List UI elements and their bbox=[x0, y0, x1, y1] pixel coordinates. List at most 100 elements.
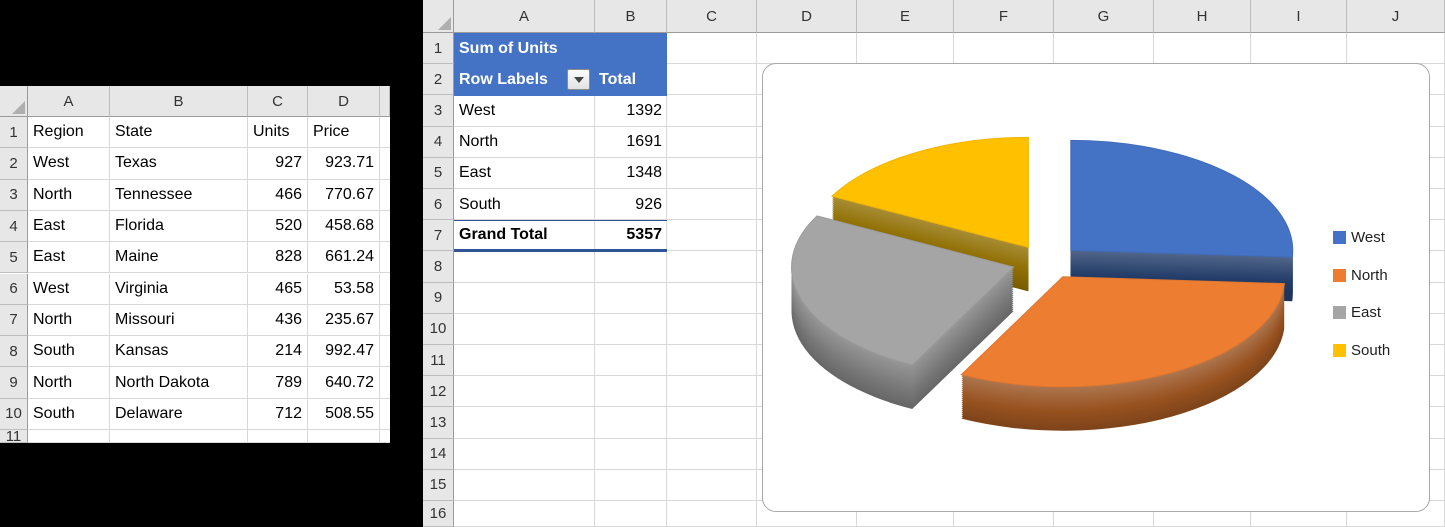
cell[interactable] bbox=[380, 148, 390, 179]
select-all-corner[interactable] bbox=[423, 0, 454, 33]
cell[interactable]: 712 bbox=[248, 399, 308, 430]
cell[interactable] bbox=[667, 283, 757, 314]
legend-item[interactable]: West bbox=[1333, 229, 1385, 246]
row-number[interactable]: 6 bbox=[0, 274, 28, 305]
cell[interactable]: 923.71 bbox=[308, 148, 380, 179]
cell[interactable] bbox=[667, 407, 757, 438]
cell[interactable]: 465 bbox=[248, 274, 308, 305]
cell[interactable] bbox=[454, 251, 595, 282]
row-number[interactable]: 7 bbox=[0, 305, 28, 336]
pivot-grand-total-row[interactable]: Grand Total 5357 bbox=[454, 220, 667, 252]
row-number[interactable]: 6 bbox=[423, 189, 454, 220]
column-header[interactable] bbox=[380, 86, 390, 117]
cell[interactable] bbox=[667, 314, 757, 345]
pivot-value-cell[interactable]: 926 bbox=[595, 189, 667, 220]
cell[interactable] bbox=[380, 336, 390, 367]
row-labels-filter-button[interactable] bbox=[567, 69, 590, 90]
row-number[interactable]: 4 bbox=[0, 211, 28, 242]
pivot-value-cell[interactable]: 1691 bbox=[595, 127, 667, 158]
cell[interactable]: North bbox=[28, 305, 110, 336]
cell[interactable] bbox=[380, 242, 390, 273]
cell[interactable] bbox=[595, 345, 667, 376]
row-number[interactable]: 14 bbox=[423, 439, 454, 470]
cell[interactable]: West bbox=[28, 274, 110, 305]
cell[interactable] bbox=[380, 367, 390, 398]
cell[interactable]: 520 bbox=[248, 211, 308, 242]
cell[interactable] bbox=[28, 430, 110, 443]
row-number[interactable]: 2 bbox=[0, 148, 28, 179]
cell[interactable] bbox=[380, 180, 390, 211]
column-header[interactable]: C bbox=[248, 86, 308, 117]
row-number[interactable]: 13 bbox=[423, 407, 454, 438]
cell[interactable]: 436 bbox=[248, 305, 308, 336]
column-header[interactable]: J bbox=[1347, 0, 1445, 33]
row-number[interactable]: 11 bbox=[0, 430, 28, 443]
cell[interactable]: Missouri bbox=[110, 305, 248, 336]
row-number[interactable]: 10 bbox=[0, 399, 28, 430]
cell[interactable] bbox=[667, 127, 757, 158]
cell[interactable]: Florida bbox=[110, 211, 248, 242]
cell[interactable]: 466 bbox=[248, 180, 308, 211]
cell[interactable] bbox=[595, 501, 667, 527]
cell[interactable]: State bbox=[110, 117, 248, 148]
cell[interactable]: Tennessee bbox=[110, 180, 248, 211]
cell[interactable]: 927 bbox=[248, 148, 308, 179]
pivot-row-label-cell[interactable]: South bbox=[454, 189, 595, 220]
cell[interactable]: Units bbox=[248, 117, 308, 148]
pivot-row-label-cell[interactable]: East bbox=[454, 158, 595, 189]
column-header[interactable]: H bbox=[1154, 0, 1251, 33]
cell[interactable] bbox=[667, 501, 757, 527]
cell[interactable] bbox=[667, 220, 757, 251]
cell[interactable] bbox=[454, 407, 595, 438]
pivot-title-cell[interactable]: Sum of Units bbox=[454, 33, 667, 65]
row-number[interactable]: 1 bbox=[0, 117, 28, 148]
pie-slice-west[interactable] bbox=[1071, 140, 1293, 257]
column-header[interactable]: A bbox=[28, 86, 110, 117]
pivot-value-cell[interactable]: 1348 bbox=[595, 158, 667, 189]
cell[interactable] bbox=[454, 470, 595, 501]
cell[interactable] bbox=[454, 439, 595, 470]
cell[interactable] bbox=[667, 251, 757, 282]
cell[interactable] bbox=[667, 345, 757, 376]
row-number[interactable]: 7 bbox=[423, 220, 454, 251]
cell[interactable]: East bbox=[28, 242, 110, 273]
cell[interactable] bbox=[454, 501, 595, 527]
column-header[interactable]: B bbox=[595, 0, 667, 33]
cell[interactable]: 458.68 bbox=[308, 211, 380, 242]
cell[interactable] bbox=[380, 305, 390, 336]
pivot-value-cell[interactable]: 1392 bbox=[595, 95, 667, 126]
row-number[interactable]: 5 bbox=[423, 158, 454, 189]
row-number[interactable]: 3 bbox=[423, 95, 454, 126]
cell[interactable] bbox=[380, 274, 390, 305]
row-number[interactable]: 8 bbox=[423, 251, 454, 282]
cell[interactable]: 789 bbox=[248, 367, 308, 398]
legend-item[interactable]: North bbox=[1333, 267, 1388, 284]
cell[interactable]: 770.67 bbox=[308, 180, 380, 211]
cell[interactable] bbox=[454, 283, 595, 314]
pie-chart[interactable]: WestNorthEastSouth bbox=[762, 63, 1430, 512]
pivot-row-label-cell[interactable]: North bbox=[454, 127, 595, 158]
row-number[interactable]: 4 bbox=[423, 127, 454, 158]
cell[interactable] bbox=[595, 470, 667, 501]
cell[interactable] bbox=[454, 314, 595, 345]
cell[interactable]: North Dakota bbox=[110, 367, 248, 398]
cell[interactable] bbox=[595, 283, 667, 314]
cell[interactable] bbox=[1054, 33, 1154, 64]
cell[interactable] bbox=[667, 64, 757, 95]
column-header[interactable]: A bbox=[454, 0, 595, 33]
column-header[interactable]: F bbox=[954, 0, 1054, 33]
cell[interactable] bbox=[1251, 33, 1347, 64]
cell[interactable] bbox=[248, 430, 308, 443]
cell[interactable]: Virginia bbox=[110, 274, 248, 305]
row-number[interactable]: 12 bbox=[423, 376, 454, 407]
cell[interactable] bbox=[454, 345, 595, 376]
cell[interactable]: Region bbox=[28, 117, 110, 148]
cell[interactable]: Maine bbox=[110, 242, 248, 273]
row-number[interactable]: 9 bbox=[423, 283, 454, 314]
legend-item[interactable]: South bbox=[1333, 342, 1390, 359]
cell[interactable] bbox=[595, 314, 667, 345]
cell[interactable]: 53.58 bbox=[308, 274, 380, 305]
cell[interactable]: Price bbox=[308, 117, 380, 148]
cell[interactable]: 235.67 bbox=[308, 305, 380, 336]
cell[interactable] bbox=[1347, 33, 1445, 64]
